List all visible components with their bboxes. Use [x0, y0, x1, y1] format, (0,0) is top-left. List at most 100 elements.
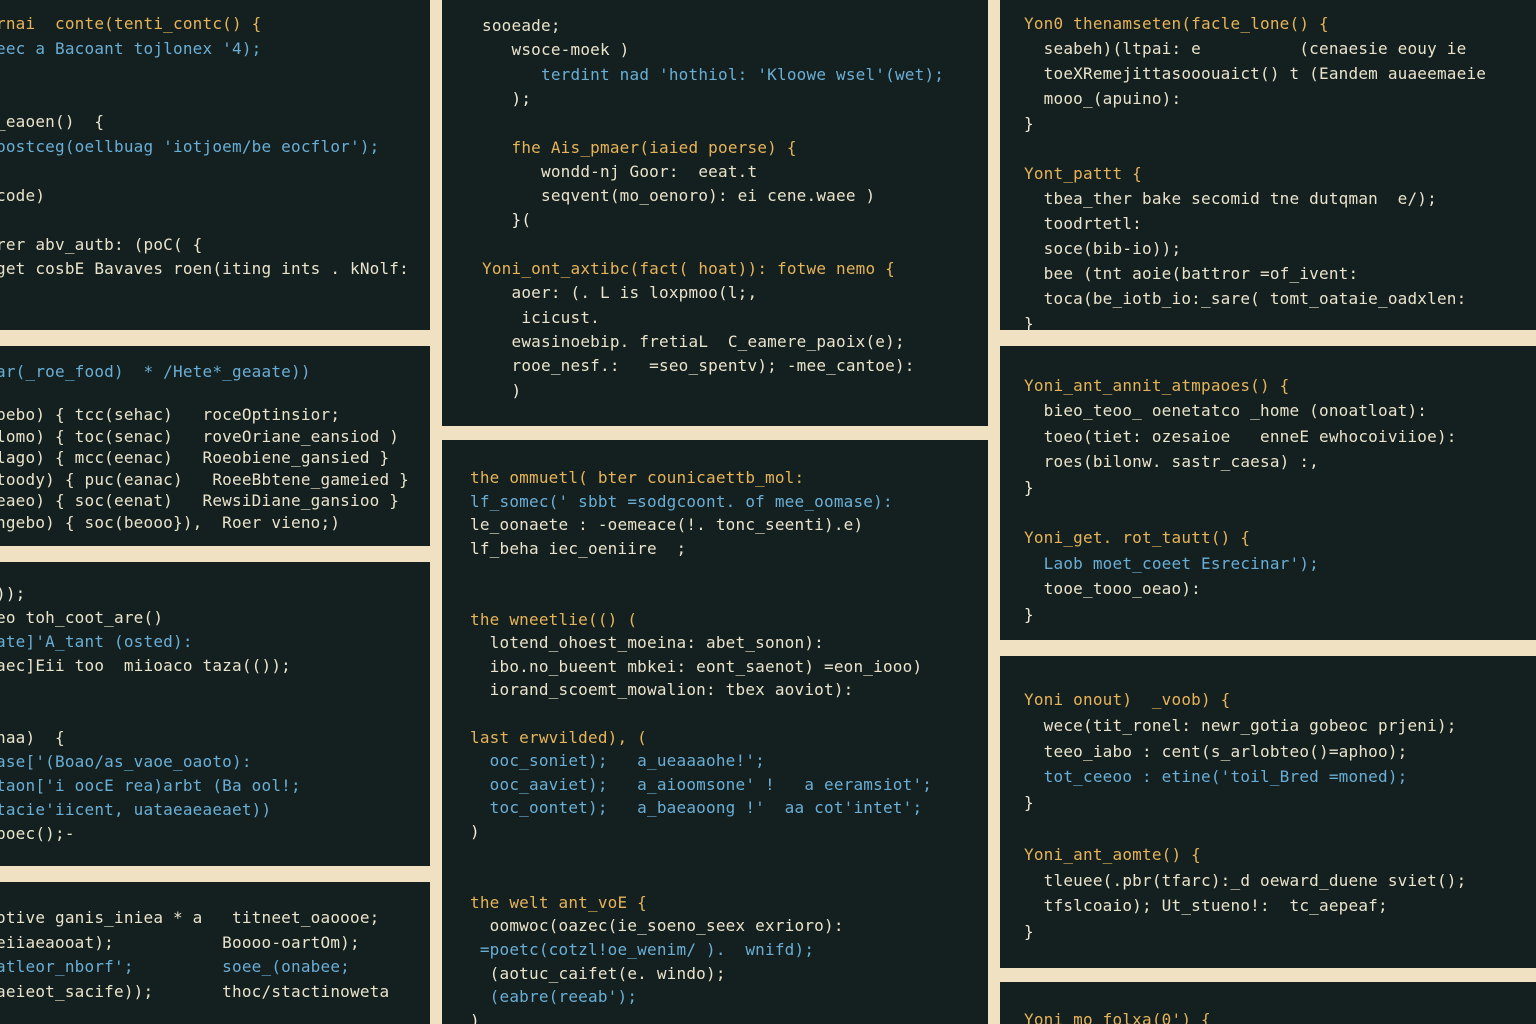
code-line: tfslcoaio); Ut_stueno!: tc_aepeaf;	[1024, 896, 1388, 916]
code-line: Laob moet_coeet Esrecinar');	[1024, 553, 1319, 573]
code-line: sooeade;	[482, 16, 561, 35]
code-line: eiiaeaooat); Boooo-oartOm);	[0, 932, 360, 952]
code-line: wondd-nj Goor: eeat.t	[482, 161, 758, 181]
code-line: icicust.	[482, 307, 600, 327]
code-line: =poetc(cotzl!oe_wenim/ ). wnifd);	[470, 940, 815, 959]
code-collage: { "palette": { "background": "#efe1c2", …	[0, 0, 1536, 1024]
code-line: otive ganis_iniea * a titneet_oaoooe;	[0, 908, 380, 927]
code-line: roes(bilonw. sastr_caesa) :,	[1024, 452, 1319, 472]
code-line: mooo_(apuino):	[1024, 89, 1182, 108]
code-line: ooc_soniet); a_ueaaaohe!';	[470, 751, 765, 771]
code-line: bieo_teoo_ oenetatco _home (onoatloat):	[1024, 401, 1428, 421]
code-line: the ommuetl( bter counicaettb_mol:	[470, 468, 805, 487]
code-line: tleuee(.pbr(tfarc):_d oeward_duene sviet…	[1024, 870, 1467, 890]
code-block: rnai conte(tenti_contc() { eec a Bacoant …	[0, 0, 430, 330]
code-panel-right-top: Yon0 thenamseten(facle_lone() { seabeh)(…	[1000, 0, 1536, 330]
code-line: aoer: (. L is loxpmoo(l;,	[482, 283, 758, 303]
code-line: teeo_iabo : cent(s_arlobteo()=aphoo);	[1024, 741, 1408, 761]
code-line: }	[1024, 793, 1034, 813]
code-line: terdint nad 'hothiol: 'Kloowe wsel'(wet)…	[482, 64, 945, 84]
code-line: Yoni_get. rot_tautt() {	[1024, 528, 1251, 548]
code-panel-center-top: sooeade; wsoce-moek ) terdint nad 'hothi…	[442, 0, 988, 426]
code-line: }	[1024, 314, 1034, 330]
code-line: eec a Bacoant tojlonex '4);	[0, 38, 262, 58]
code-line: }(	[482, 210, 532, 230]
code-panel-left-top: rnai conte(tenti_contc() { eec a Bacoant …	[0, 0, 430, 330]
code-line: bee (tnt aoie(battror =of_ivent:	[1024, 264, 1359, 283]
code-line: poec();-	[0, 824, 75, 843]
code-line: lotend_ohoest_moeina: abet_sonon):	[470, 633, 824, 653]
code-line: (eabre(reeab');	[470, 987, 638, 1007]
code-line: taon['i oocE rea)arbt (Ba ool!;	[0, 776, 301, 795]
code-line: iorand_scoemt_mowalion: tbex aoviot):	[470, 680, 854, 700]
code-line: eaeo) { soc(eenat) RewsiDiane_gansioo }	[0, 491, 400, 510]
code-block: otive ganis_iniea * a titneet_oaoooe;eii…	[0, 882, 430, 1024]
code-line: fhe Ais_pmaer(iaied poerse) {	[482, 137, 797, 157]
code-line: ewasinoebip. fretiaL C_eamere_paoix(e);	[482, 331, 905, 351]
code-block: Yoni_mo_folxa(0') {	[1000, 982, 1536, 1024]
code-line: le_oonaete : -oemeace(!. tonc_seenti).e)	[470, 515, 864, 535]
code-block: Yoni onout) _voob) { wece(tit_ronel: new…	[1000, 656, 1536, 968]
code-line: tot_ceeoo : etine('toil_Bred =moned);	[1024, 767, 1408, 787]
code-panel-right-bottom: Yoni_mo_folxa(0') {	[1000, 982, 1536, 1024]
code-line: eo toh_coot_are()	[0, 608, 164, 627]
code-line: wece(tit_ronel: newr_gotia gobeoc prjeni…	[1024, 715, 1457, 735]
code-block: Yon0 thenamseten(facle_lone() { seabeh)(…	[1000, 0, 1536, 330]
code-line: the welt ant_voE {	[470, 892, 647, 912]
code-line: rnai conte(tenti_contc() {	[0, 14, 262, 33]
code-line: naa) {	[0, 728, 65, 747]
code-line: toody) { puc(eanac) RoeeBbtene_gameied }	[0, 469, 409, 489]
code-line: rooe_nesf.: =seo_spentv); -mee_cantoe):	[482, 356, 915, 376]
code-line: tacie'iicent, uataeaeaeaet))	[0, 800, 272, 819]
code-line: Yoni_mo_folxa(0') {	[1024, 1010, 1211, 1024]
code-line: rer abv_autb: (poC( {	[0, 234, 203, 254]
code-line: atleor_nborf'; soee_(onabee;	[0, 957, 350, 976]
code-line: bostceg(oellbuag 'iotjoem/be eocflor');	[0, 136, 380, 156]
code-line: toodrtetl:	[1024, 214, 1142, 233]
code-line: )	[470, 1010, 480, 1024]
code-line: tooe_tooo_oeao):	[1024, 579, 1201, 599]
code-panel-center-bottom: the ommuetl( bter counicaettb_mol: lf_som…	[442, 440, 988, 1024]
code-line: ase['(Boao/as_vaoe_oaoto):	[0, 752, 252, 771]
code-line: soce(bib-io));	[1024, 239, 1182, 258]
code-line: seqvent(mo_oenoro): ei cene.waee )	[482, 186, 876, 206]
code-line: )	[470, 822, 480, 841]
code-line: toc_oontet); a_baeaoong !' aa cot'intet'…	[470, 798, 923, 818]
code-line: )	[482, 380, 522, 400]
code-panel-left-third: )); eo toh_coot_are() ate]'A_tant (osted):…	[0, 562, 430, 866]
code-line: Yoni_ant_annit_atmpaoes() {	[1024, 376, 1290, 395]
code-line: code)	[0, 185, 46, 205]
code-line: oomwoc(oazec(ie_soeno_seex exrioro):	[470, 916, 844, 936]
code-line: ));	[0, 584, 26, 603]
code-block: ar(_roe_food) * /Hete*_geaate)) bebo) { t…	[0, 346, 430, 546]
code-line: toeXRemejittasooouaict() t (Eandem auaee…	[1024, 64, 1487, 83]
code-line: ooc_aaviet); a_aioomsone' ! a eeramsiot'…	[470, 774, 933, 794]
code-line: toca(be_iotb_io:_sare( tomt_oataie_oadxl…	[1024, 289, 1467, 308]
code-line: ibo.no_bueent mbkei: eont_saenot) =eon_i…	[470, 656, 923, 676]
code-line: Yoni onout) _voob) {	[1024, 690, 1231, 709]
code-block: Yoni_ant_annit_atmpaoes() { bieo_teoo_ o…	[1000, 346, 1536, 640]
code-line: (aotuc_caifet(e. windo);	[470, 963, 726, 983]
code-line: wsoce-moek )	[482, 40, 630, 60]
code-panel-right-third: Yoni onout) _voob) { wece(tit_ronel: new…	[1000, 656, 1536, 968]
code-line: _eaoen() {	[0, 112, 105, 131]
code-line: tbea_ther bake secomid tne dutqman e/);	[1024, 189, 1437, 208]
code-panel-right-second: Yoni_ant_annit_atmpaoes() { bieo_teoo_ o…	[1000, 346, 1536, 640]
code-line: Yoni_ant_aomte() {	[1024, 844, 1201, 864]
code-line: );	[482, 88, 532, 108]
code-line: seabeh)(ltpai: e (cenaesie eouy ie	[1024, 39, 1467, 58]
code-line: }	[1024, 477, 1034, 497]
code-line: ngebo) { soc(beooo}), Roer vieno;)	[0, 512, 341, 532]
code-line: toeo(tiet: ozesaioe enneE ewhocoiviioe):	[1024, 426, 1457, 446]
code-block: )); eo toh_coot_are() ate]'A_tant (osted):…	[0, 562, 430, 866]
code-line: the wneetlie(() (	[470, 609, 638, 629]
code-panel-left-bottom: otive ganis_iniea * a titneet_oaoooe;eii…	[0, 882, 430, 1024]
code-panel-left-second: ar(_roe_food) * /Hete*_geaate)) bebo) { t…	[0, 346, 430, 546]
code-line: aeieot_sacife)); thoc/stactinoweta	[0, 981, 390, 1001]
code-line: last erwvilded), (	[470, 727, 647, 747]
code-line: }	[1024, 922, 1034, 942]
code-line: ar(_roe_food) * /Hete*_geaate))	[0, 362, 311, 381]
code-line: lf_beha iec_oeniire ;	[470, 538, 687, 558]
code-block: the ommuetl( bter counicaettb_mol: lf_som…	[442, 440, 988, 1024]
code-line: get cosbE Bavaves roen(iting ints . kNol…	[0, 259, 409, 278]
